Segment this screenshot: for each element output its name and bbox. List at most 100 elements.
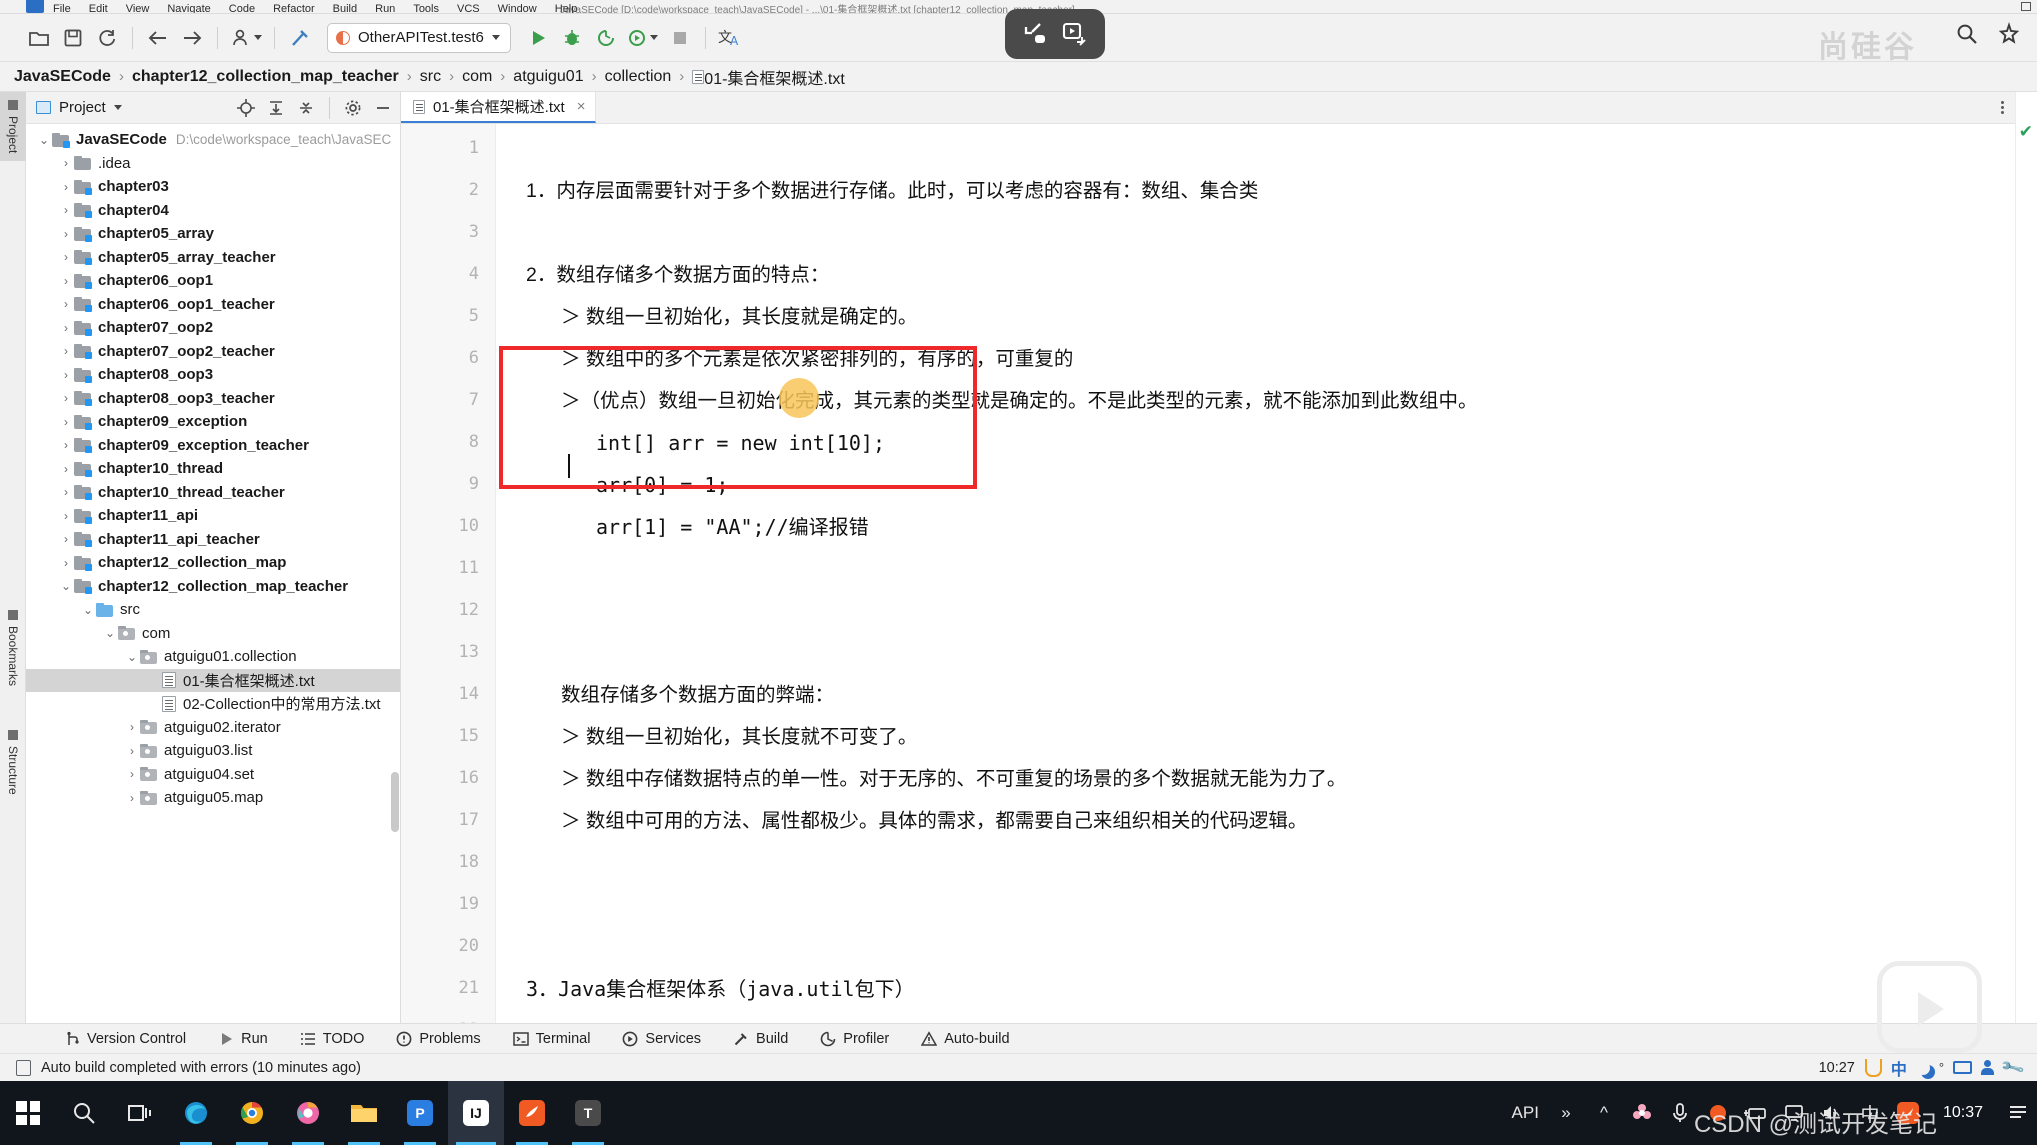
menu-item-tools[interactable]: Tools bbox=[404, 4, 448, 14]
chevron-down-icon[interactable]: ⌄ bbox=[102, 626, 118, 640]
menu-item-run[interactable]: Run bbox=[366, 4, 404, 14]
project-tree[interactable]: ⌄ JavaSECode D:\code\workspace_teach\JavaS… bbox=[26, 124, 400, 1021]
sidebar-item-project[interactable]: Project bbox=[0, 92, 26, 162]
tray-chevron-icon[interactable]: » bbox=[1547, 1081, 1585, 1145]
task-view-icon[interactable] bbox=[112, 1081, 168, 1145]
typora-icon[interactable]: T bbox=[560, 1081, 616, 1145]
record-video-icon[interactable] bbox=[1060, 19, 1090, 49]
profile-run-chevron-down-icon[interactable] bbox=[650, 35, 659, 40]
tool-window-profiler[interactable]: Profiler bbox=[804, 1031, 905, 1047]
stop-icon[interactable] bbox=[663, 21, 697, 55]
chevron-right-icon[interactable]: › bbox=[58, 250, 74, 264]
tree-row[interactable]: › chapter10_thread_teacher bbox=[26, 481, 400, 505]
run-configuration-selector[interactable]: OtherAPITest.test6 bbox=[327, 22, 511, 53]
expand-all-icon[interactable] bbox=[265, 97, 287, 119]
menu-item-file[interactable]: File bbox=[44, 4, 80, 14]
chevron-right-icon[interactable]: › bbox=[58, 227, 74, 241]
breadcrumb-item-module[interactable]: chapter12_collection_map_teacher bbox=[132, 68, 399, 86]
edge-browser-icon[interactable] bbox=[168, 1081, 224, 1145]
breadcrumb-item-src[interactable]: src bbox=[420, 68, 441, 86]
save-icon[interactable] bbox=[56, 21, 90, 55]
chevron-right-icon[interactable]: › bbox=[124, 791, 140, 805]
ime-person-icon[interactable] bbox=[1981, 1060, 1995, 1075]
menu-item-edit[interactable]: Edit bbox=[80, 4, 117, 14]
breadcrumb-item-com[interactable]: com bbox=[462, 68, 492, 86]
tree-row[interactable]: › chapter06_oop1_teacher bbox=[26, 293, 400, 317]
chevron-down-icon[interactable]: ⌄ bbox=[58, 579, 74, 593]
run-with-coverage-icon[interactable] bbox=[589, 21, 623, 55]
chevron-down-icon[interactable]: ⌄ bbox=[36, 133, 52, 147]
chevron-right-icon[interactable]: › bbox=[58, 462, 74, 476]
minimize-capture-icon[interactable] bbox=[1020, 19, 1050, 49]
ime-degree-icon[interactable]: ° bbox=[1939, 1060, 1944, 1075]
chevron-right-icon[interactable]: › bbox=[58, 532, 74, 546]
chevron-right-icon[interactable]: › bbox=[58, 321, 74, 335]
chevron-right-icon[interactable]: › bbox=[58, 438, 74, 452]
debug-icon[interactable] bbox=[555, 21, 589, 55]
settings-gear-icon[interactable] bbox=[342, 97, 364, 119]
breadcrumb-item-collection[interactable]: collection bbox=[605, 68, 672, 86]
tree-row[interactable]: › chapter09_exception bbox=[26, 410, 400, 434]
editor-line[interactable]: ＞（优点）数组一旦初始化完成，其元素的类型就是确定的。不是此类型的元素，就不能添… bbox=[561, 390, 1478, 412]
tool-window-auto-build[interactable]: Auto-build bbox=[905, 1031, 1025, 1047]
menu-item-refactor[interactable]: Refactor bbox=[264, 4, 324, 14]
tree-row[interactable]: 02-Collection中的常用方法.txt bbox=[26, 692, 400, 716]
tool-window-terminal[interactable]: Terminal bbox=[497, 1031, 607, 1047]
chevron-right-icon[interactable]: › bbox=[58, 391, 74, 405]
editor-line[interactable]: ＞ 数组中存储数据特点的单一性。对于无序的、不可重复的场景的多个数据就无能为力了… bbox=[561, 768, 1346, 790]
tree-row[interactable]: › .idea bbox=[26, 152, 400, 176]
tree-row[interactable]: › atguigu03.list bbox=[26, 739, 400, 763]
tree-row[interactable]: › chapter05_array bbox=[26, 222, 400, 246]
tree-row[interactable]: ⌄ JavaSECode D:\code\workspace_teach\JavaS… bbox=[26, 128, 400, 152]
chevron-right-icon[interactable]: › bbox=[58, 509, 74, 523]
menu-item-navigate[interactable]: Navigate bbox=[158, 4, 219, 14]
translate-icon[interactable]: 文A bbox=[714, 21, 748, 55]
tree-row[interactable]: › chapter05_array_teacher bbox=[26, 246, 400, 270]
ime-chinese-icon[interactable]: 中 bbox=[1891, 1056, 1907, 1080]
chevron-right-icon[interactable]: › bbox=[58, 297, 74, 311]
tree-row[interactable]: › atguigu02.iterator bbox=[26, 716, 400, 740]
chevron-right-icon[interactable]: › bbox=[58, 415, 74, 429]
collapse-all-icon[interactable] bbox=[295, 97, 317, 119]
tree-row[interactable]: › chapter08_oop3 bbox=[26, 363, 400, 387]
project-tree-scrollbar[interactable] bbox=[391, 772, 399, 832]
open-folder-icon[interactable] bbox=[22, 21, 56, 55]
menu-item-view[interactable]: View bbox=[117, 4, 159, 14]
tree-row[interactable]: 01-集合框架概述.txt bbox=[26, 668, 400, 692]
tree-row[interactable]: ⌄ src bbox=[26, 598, 400, 622]
intellij-idea-icon[interactable]: IJ bbox=[448, 1081, 504, 1145]
editor-line[interactable]: ＞ 数组一旦初始化，其长度就是确定的。 bbox=[561, 306, 917, 328]
profile-run-icon[interactable] bbox=[623, 21, 663, 55]
chevron-right-icon[interactable]: › bbox=[58, 203, 74, 217]
target-locate-icon[interactable] bbox=[235, 97, 257, 119]
menu-item-window[interactable]: Window bbox=[489, 4, 546, 14]
chevron-right-icon[interactable]: › bbox=[124, 744, 140, 758]
tree-row[interactable]: ⌄ com bbox=[26, 622, 400, 646]
chevron-right-icon[interactable]: › bbox=[124, 720, 140, 734]
tree-row[interactable]: › chapter07_oop2_teacher bbox=[26, 340, 400, 364]
tray-show-hidden-icon[interactable]: ^ bbox=[1585, 1081, 1623, 1145]
tool-window-build[interactable]: Build bbox=[717, 1031, 804, 1047]
build-hammer-icon[interactable] bbox=[283, 21, 317, 55]
tree-row[interactable]: › atguigu05.map bbox=[26, 786, 400, 810]
run-config-chevron-down-icon[interactable] bbox=[491, 35, 500, 40]
chevron-right-icon[interactable]: › bbox=[58, 344, 74, 358]
tree-row[interactable]: › chapter04 bbox=[26, 199, 400, 223]
close-icon[interactable]: × bbox=[577, 98, 586, 115]
tree-row[interactable]: › chapter08_oop3_teacher bbox=[26, 387, 400, 411]
tray-api-label[interactable]: API bbox=[1512, 1103, 1539, 1123]
editor-line[interactable]: 3．Java集合框架体系（java.util包下） bbox=[526, 978, 915, 1000]
editor-line[interactable]: ＞ 数组中可用的方法、属性都极少。具体的需求，都需要自己来组织相关的代码逻辑。 bbox=[561, 810, 1307, 832]
menu-item-build[interactable]: Build bbox=[324, 4, 366, 14]
ime-moon-icon[interactable] bbox=[1916, 1061, 1930, 1075]
tool-window-services[interactable]: Services bbox=[606, 1031, 717, 1047]
ime-u-icon[interactable] bbox=[1864, 1058, 1882, 1077]
notification-icon[interactable] bbox=[1999, 1081, 2037, 1145]
screen-capture-overlay[interactable] bbox=[1005, 9, 1105, 59]
ime-wrench-icon[interactable]: 🔧 bbox=[1999, 1054, 2026, 1081]
ime-keyboard-icon[interactable] bbox=[1953, 1061, 1973, 1074]
tree-row[interactable]: ⌄ chapter12_collection_map_teacher bbox=[26, 575, 400, 599]
notifications-icon[interactable] bbox=[1997, 21, 2021, 51]
flower-icon[interactable] bbox=[1623, 1081, 1661, 1145]
menu-item-code[interactable]: Code bbox=[220, 4, 264, 14]
